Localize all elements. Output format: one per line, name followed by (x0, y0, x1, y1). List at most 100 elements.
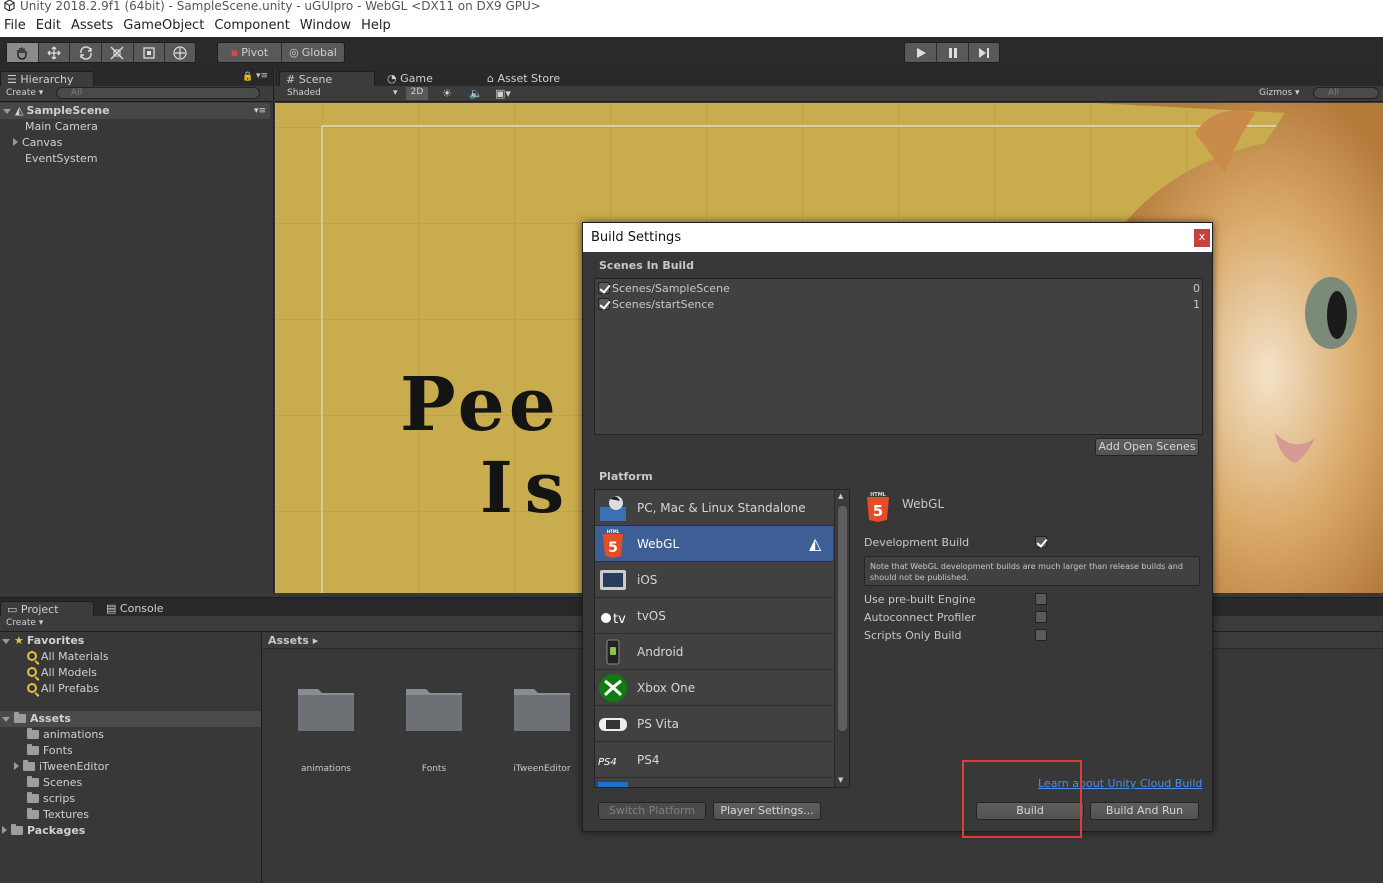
tab-scene[interactable]: # Scene (279, 71, 375, 86)
scene-name: SampleScene (26, 104, 110, 117)
scale-tool-button[interactable] (102, 43, 134, 62)
scene-checkbox[interactable] (598, 282, 610, 294)
asset-item[interactable]: iTweenEditor (512, 683, 572, 774)
scene-name[interactable]: Scenes/startSence (612, 298, 714, 311)
expand-icon[interactable] (3, 109, 11, 114)
menu-gameobject[interactable]: GameObject (123, 16, 204, 33)
platform-scrollbar[interactable]: ▲ ▼ (834, 490, 849, 787)
hierarchy-item-main-camera[interactable]: Main Camera (25, 119, 98, 135)
platform-ps-vita[interactable]: PS Vita (595, 706, 833, 742)
pause-button[interactable] (937, 43, 969, 62)
menu-window[interactable]: Window (300, 16, 351, 33)
expand-icon[interactable] (14, 762, 19, 770)
menu-edit[interactable]: Edit (36, 16, 61, 33)
tree-folder-fonts[interactable]: Fonts (27, 743, 73, 759)
autoconnect-profiler-checkbox[interactable] (1035, 611, 1047, 623)
use-prebuilt-checkbox[interactable] (1035, 593, 1047, 605)
build-and-run-button[interactable]: Build And Run (1090, 802, 1199, 820)
tvos-glyph: tv (613, 612, 626, 627)
move-tool-button[interactable] (39, 43, 71, 62)
tree-fav-prefabs[interactable]: All Prefabs (27, 681, 99, 697)
development-build-checkbox[interactable] (1035, 536, 1047, 548)
breadcrumb[interactable]: Assets ▸ (268, 634, 318, 647)
expand-icon[interactable] (2, 826, 7, 834)
scene-row[interactable]: ◭ SampleScene ▾≡ (0, 103, 270, 119)
tree-fav-models[interactable]: All Models (27, 665, 97, 681)
scrollbar-thumb[interactable] (838, 506, 847, 731)
scenes-header: Scenes In Build (599, 259, 694, 272)
tree-assets[interactable]: Assets (0, 711, 261, 727)
global-toggle[interactable]: ◎ Global (282, 43, 344, 62)
tree-folder-textures[interactable]: Textures (27, 807, 89, 823)
tree-folder-animations[interactable]: animations (27, 727, 104, 743)
expand-icon[interactable] (2, 639, 10, 644)
gizmos-dropdown[interactable]: Gizmos ▾ (1259, 88, 1300, 98)
tree-folder-itweeneditor[interactable]: iTweenEditor (14, 759, 109, 775)
rect-tool-button[interactable] (134, 43, 166, 62)
folder-label: animations (43, 728, 105, 741)
tab-asset-store-label: Asset Store (497, 72, 561, 85)
scroll-up-icon[interactable]: ▲ (838, 492, 843, 500)
hierarchy-create-button[interactable]: Create ▾ (6, 88, 43, 98)
asset-item[interactable]: Fonts (404, 683, 464, 774)
folder-label: iTweenEditor (39, 760, 110, 773)
platform-webgl[interactable]: 5 HTML WebGL ◭ (595, 526, 833, 562)
platform-ps4[interactable]: PS4 PS4 (595, 742, 833, 778)
scene-menu-icon[interactable]: ▾≡ (254, 103, 266, 119)
hierarchy-item-canvas[interactable]: Canvas (13, 135, 62, 151)
tab-project[interactable]: ▭ Project (0, 601, 94, 616)
pivot-toggle[interactable]: ▪ Pivot (218, 43, 282, 62)
hand-tool-button[interactable] (7, 43, 39, 62)
global-label: Global (301, 46, 337, 59)
tab-hierarchy[interactable]: ☰ Hierarchy (0, 71, 94, 86)
tree-packages[interactable]: Packages (2, 823, 85, 839)
scene-checkbox[interactable] (598, 298, 610, 310)
effects-toggle-icon[interactable]: ▣▾ (495, 87, 511, 100)
asset-item[interactable]: animations (296, 683, 356, 774)
audio-toggle-icon[interactable]: 🔈 (469, 87, 483, 100)
switch-platform-button[interactable]: Switch Platform (598, 802, 706, 820)
project-create-button[interactable]: Create ▾ (6, 618, 43, 628)
scripts-only-build-checkbox[interactable] (1035, 629, 1047, 641)
close-button[interactable]: x (1194, 229, 1210, 247)
scroll-down-icon[interactable]: ▼ (838, 776, 843, 784)
toggle-2d-button[interactable]: 2D (406, 87, 428, 100)
scene-name[interactable]: Scenes/SampleScene (612, 282, 730, 295)
menu-assets[interactable]: Assets (71, 16, 113, 33)
folder-icon (27, 808, 39, 819)
development-build-label: Development Build (864, 536, 970, 549)
expand-icon[interactable] (2, 717, 10, 722)
menu-component[interactable]: Component (214, 16, 289, 33)
platform-android[interactable]: Android (595, 634, 833, 670)
player-settings-button[interactable]: Player Settings... (713, 802, 821, 820)
platform-label: Android (637, 645, 684, 659)
rotate-tool-button[interactable] (70, 43, 103, 62)
expand-icon[interactable] (13, 138, 18, 146)
folder-label: scrips (43, 792, 76, 805)
hierarchy-item-eventsystem[interactable]: EventSystem (25, 151, 98, 167)
platform-tvos[interactable]: tv tvOS (595, 598, 833, 634)
tree-fav-materials[interactable]: All Materials (27, 649, 109, 665)
scene-search-input[interactable]: All (1313, 87, 1379, 99)
tab-console[interactable]: ▤ Console (100, 601, 180, 616)
play-button[interactable] (905, 43, 937, 62)
transform-tool-button[interactable] (165, 43, 195, 62)
platform-xbox-one[interactable]: Xbox One (595, 670, 833, 706)
menu-help[interactable]: Help (361, 16, 391, 33)
platform-standalone[interactable]: PC, Mac & Linux Standalone (595, 490, 833, 526)
tree-folder-scenes[interactable]: Scenes (27, 775, 82, 791)
menu-file[interactable]: File (4, 16, 26, 33)
shading-dropdown[interactable]: Shaded (287, 88, 321, 98)
hierarchy-search-input[interactable]: All (56, 87, 260, 99)
tab-game[interactable]: ◔ Game (381, 71, 471, 86)
add-open-scenes-button[interactable]: Add Open Scenes (1095, 438, 1199, 456)
lock-icon[interactable]: 🔒 (242, 72, 253, 82)
folder-icon (27, 744, 39, 755)
platform-ios[interactable]: iOS (595, 562, 833, 598)
tree-favorites[interactable]: ★ Favorites (2, 633, 84, 649)
lighting-toggle-icon[interactable]: ☀ (442, 87, 452, 100)
tab-asset-store[interactable]: ⌂ Asset Store (481, 71, 581, 86)
tree-folder-scrips[interactable]: scrips (27, 791, 75, 807)
panel-menu-icon[interactable]: ▾≡ (256, 71, 268, 81)
step-button[interactable] (969, 43, 999, 62)
